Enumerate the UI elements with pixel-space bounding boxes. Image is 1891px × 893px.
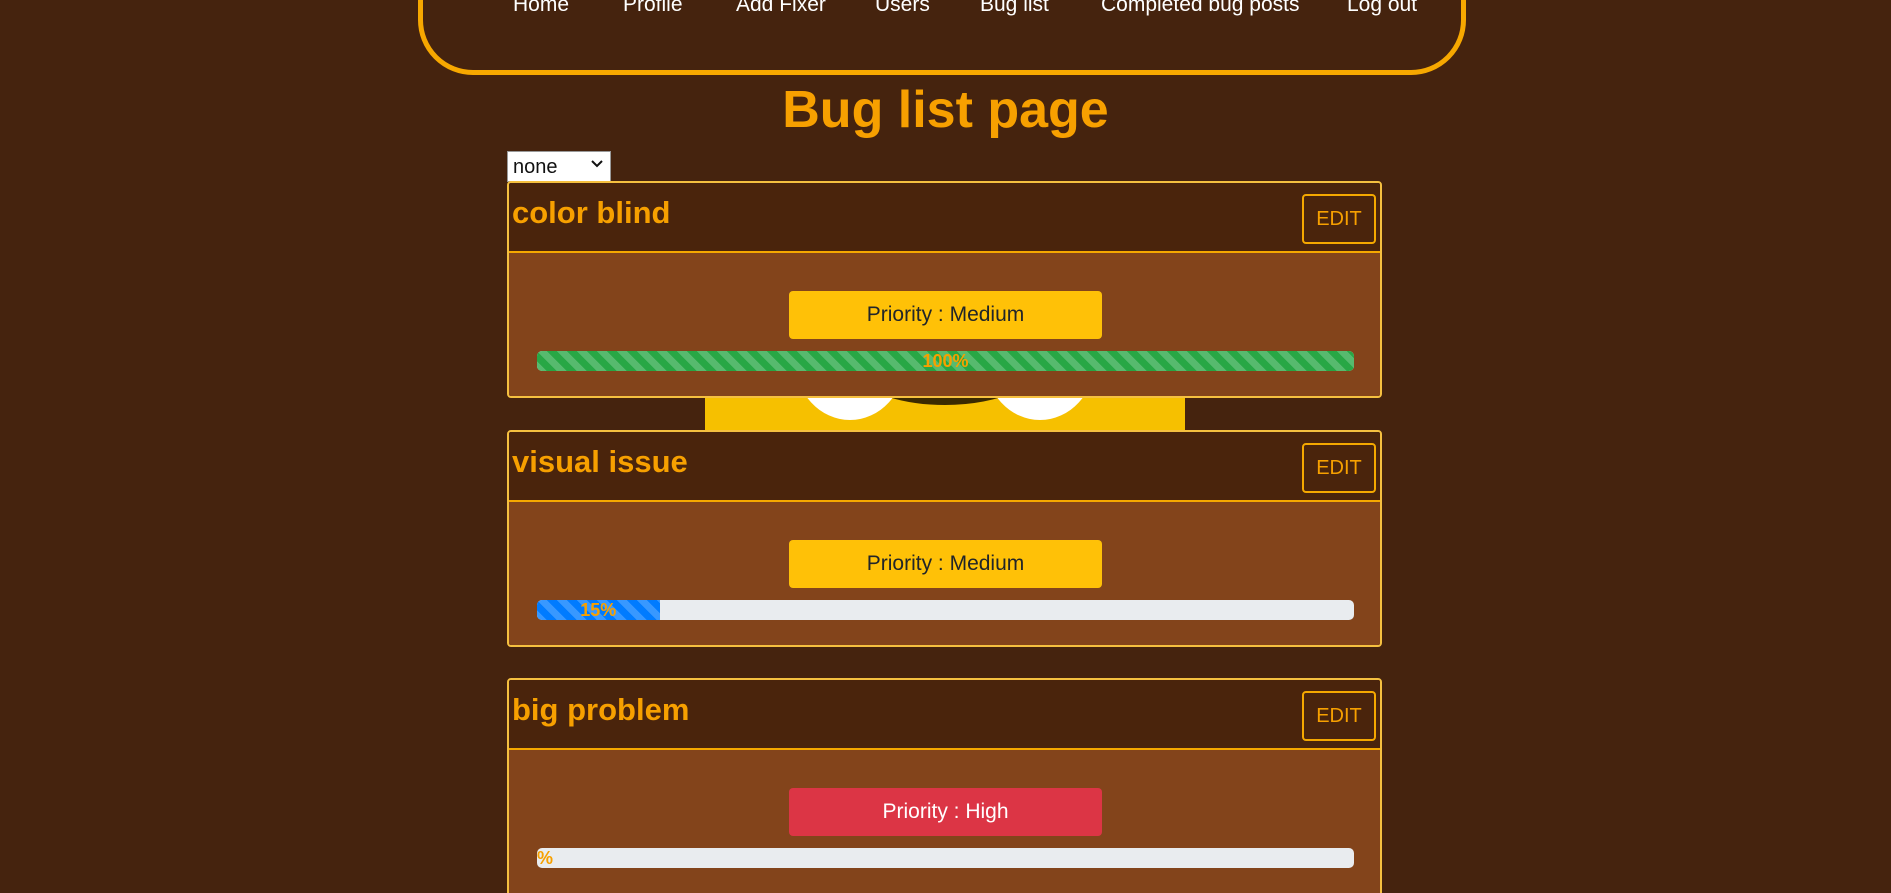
edit-button[interactable]: EDIT <box>1302 194 1376 244</box>
filter-select-value: none <box>513 156 558 178</box>
bug-card-header: color blind EDIT <box>509 183 1380 253</box>
bug-card-body: Priority : High % <box>509 750 1380 893</box>
progress-fill: 100% <box>537 351 1354 371</box>
page-title: Bug list page <box>782 81 1109 139</box>
progress-bar: 15% <box>537 600 1354 620</box>
bug-card-body: Priority : Medium 100% <box>509 253 1380 396</box>
bug-card: big problem EDIT Priority : High % <box>507 678 1382 893</box>
priority-badge: Priority : Medium <box>789 291 1102 339</box>
nav-users-link[interactable]: Users <box>875 0 930 17</box>
progress-label: 100% <box>922 351 969 371</box>
bug-card-body: Priority : Medium 15% <box>509 502 1380 645</box>
nav-profile-link[interactable]: Profile <box>623 0 683 17</box>
nav-log-out-link[interactable]: Log out <box>1347 0 1417 17</box>
progress-fill: 15% <box>537 600 660 620</box>
progress-bar: % <box>537 848 1354 868</box>
nav-bug-list-link[interactable]: Bug list <box>980 0 1049 17</box>
bug-card: visual issue EDIT Priority : Medium 15% <box>507 430 1382 647</box>
progress-label: % <box>537 848 554 868</box>
nav-completed-bug-posts-link[interactable]: Completed bug posts <box>1101 0 1299 17</box>
priority-badge: Priority : Medium <box>789 540 1102 588</box>
bug-title: big problem <box>512 692 690 727</box>
bug-card-header: visual issue EDIT <box>509 432 1380 502</box>
bug-card-header: big problem EDIT <box>509 680 1380 750</box>
bug-title: color blind <box>512 195 671 230</box>
edit-button[interactable]: EDIT <box>1302 691 1376 741</box>
chevron-down-icon <box>591 160 603 168</box>
bug-card: color blind EDIT Priority : Medium 100% <box>507 181 1382 398</box>
bug-list-page: Home Profile Add Fixer Users Bug list Co… <box>0 0 1891 893</box>
nav-add-fixer-link[interactable]: Add Fixer <box>736 0 826 17</box>
edit-button[interactable]: EDIT <box>1302 443 1376 493</box>
progress-bar: 100% <box>537 351 1354 371</box>
progress-label: 15% <box>580 600 617 620</box>
main-navbar: Home Profile Add Fixer Users Bug list Co… <box>418 0 1466 75</box>
filter-select[interactable]: none <box>507 151 611 182</box>
nav-home-link[interactable]: Home <box>513 0 569 17</box>
priority-badge: Priority : High <box>789 788 1102 836</box>
bug-title: visual issue <box>512 444 688 479</box>
